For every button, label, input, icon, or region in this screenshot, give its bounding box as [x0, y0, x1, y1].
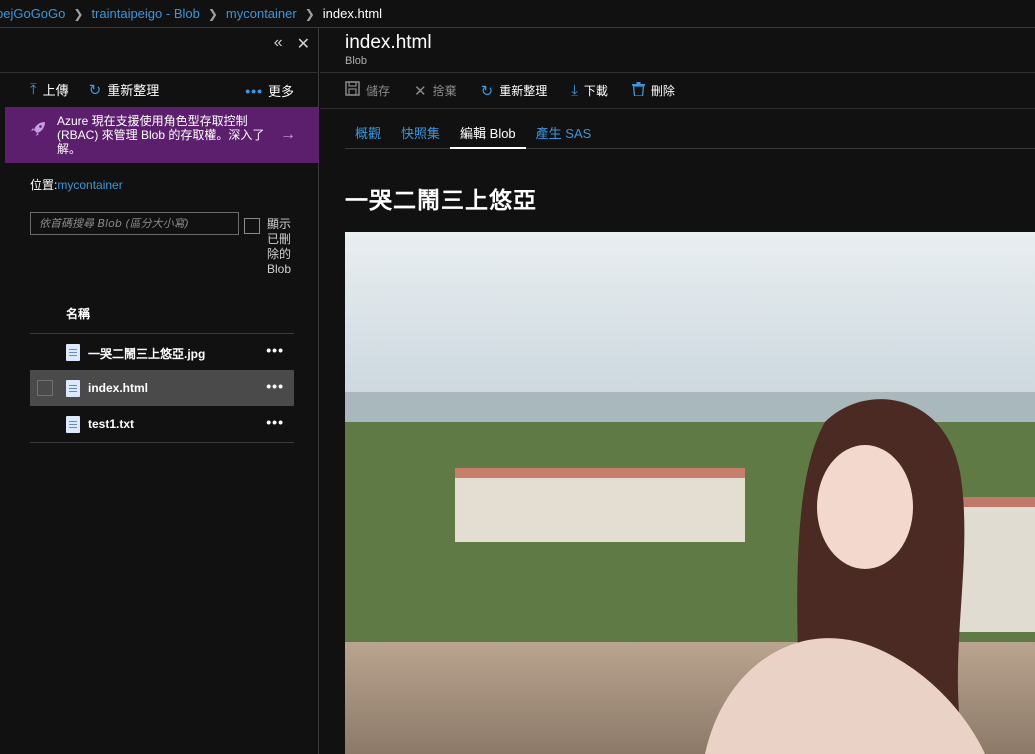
delete-button[interactable]: 刪除 [631, 81, 675, 100]
file-name: test1.txt [88, 417, 135, 431]
pane-controls: « ✕ [274, 34, 310, 54]
more-icon[interactable]: ••• [266, 414, 284, 430]
refresh-icon: ↻ [480, 82, 494, 100]
tab-edit-blob[interactable]: 編輯 Blob [450, 118, 526, 149]
container-pane: « ✕ ⤒ 上傳 ↻ 重新整理 ••• 更多 Azure 現在支援使用角色型存取… [0, 28, 319, 754]
upload-label: 上傳 [42, 83, 69, 98]
discard-icon: ✕ [414, 82, 427, 100]
save-label: 儲存 [366, 84, 391, 98]
download-icon: ⤓ [571, 82, 578, 99]
location: 位置:mycontainer [30, 176, 123, 193]
page-title: index.html [345, 32, 432, 53]
file-name: 一哭二鬧三上悠亞.jpg [88, 347, 206, 361]
tab-generate-sas[interactable]: 產生 SAS [526, 118, 602, 149]
delete-icon [631, 81, 645, 100]
breadcrumb: pejGoGoGo ❯ traintaipeigo - Blob ❯ mycon… [0, 0, 1035, 28]
banner-text: Azure 現在支援使用角色型存取控制 (RBAC) 來管理 Blob 的存取權… [57, 114, 265, 156]
refresh-button[interactable]: ↻ 重新整理 [481, 82, 548, 100]
list-item[interactable]: index.html ••• [30, 370, 294, 406]
blob-pane: index.html Blob 儲存 ✕ 捨棄 ↻ 重新整理 ⤓ 下載 刪除 概… [320, 28, 1035, 754]
show-deleted-label: 顯示已刪除的Blob [267, 217, 292, 276]
show-deleted-checkbox[interactable] [244, 218, 260, 234]
file-icon [66, 416, 80, 433]
download-button[interactable]: ⤓ 下載 [571, 82, 608, 99]
blob-list: 一哭二鬧三上悠亞.jpg ••• index.html ••• test1.tx… [30, 333, 294, 443]
breadcrumb-storage-account[interactable]: pejGoGoGo [0, 6, 65, 21]
refresh-icon: ↻ [88, 81, 102, 99]
more-icon: ••• [245, 82, 263, 99]
location-label: 位置: [30, 178, 58, 192]
rbac-banner[interactable]: Azure 現在支援使用角色型存取控制 (RBAC) 來管理 Blob 的存取權… [5, 107, 319, 163]
tab-snapshots[interactable]: 快照集 [391, 118, 450, 149]
list-item[interactable]: test1.txt ••• [30, 406, 294, 442]
location-link[interactable]: mycontainer [57, 178, 122, 192]
download-label: 下載 [583, 84, 608, 98]
refresh-label: 重新整理 [107, 83, 160, 98]
file-icon [66, 344, 80, 361]
file-icon [66, 380, 80, 397]
chevron-right-icon: ❯ [304, 6, 315, 21]
upload-icon: ⤒ [30, 81, 37, 98]
upload-button[interactable]: ⤒ 上傳 [30, 80, 69, 99]
discard-label: 捨棄 [432, 84, 457, 98]
breadcrumb-blob-service[interactable]: traintaipeigo - Blob [91, 6, 199, 21]
close-icon[interactable]: ✕ [297, 34, 310, 54]
arrow-right-icon: → [280, 126, 296, 143]
more-icon[interactable]: ••• [266, 342, 284, 358]
row-checkbox[interactable] [37, 380, 53, 396]
more-icon[interactable]: ••• [266, 378, 284, 394]
refresh-button[interactable]: ↻ 重新整理 [89, 80, 160, 99]
container-toolbar: ⤒ 上傳 ↻ 重新整理 ••• 更多 [0, 72, 319, 106]
tab-overview[interactable]: 概觀 [345, 118, 391, 149]
breadcrumb-container[interactable]: mycontainer [226, 6, 297, 21]
list-item[interactable]: 一哭二鬧三上悠亞.jpg ••• [30, 334, 294, 370]
page-subtitle: Blob [345, 55, 368, 67]
rocket-icon [29, 120, 47, 143]
more-button[interactable]: ••• 更多 [245, 81, 294, 100]
delete-label: 刪除 [650, 84, 675, 98]
chevron-right-icon: ❯ [73, 6, 84, 21]
refresh-label: 重新整理 [499, 84, 548, 98]
preview-image [345, 232, 1035, 754]
breadcrumb-current: index.html [322, 6, 383, 21]
file-name: index.html [88, 381, 149, 395]
save-button[interactable]: 儲存 [345, 81, 390, 100]
name-column-header[interactable]: 名稱 [66, 305, 90, 322]
double-chevron-left-icon[interactable]: « [274, 34, 283, 54]
chevron-right-icon: ❯ [207, 6, 218, 21]
discard-button[interactable]: ✕ 捨棄 [414, 82, 457, 100]
save-icon [345, 81, 360, 100]
blob-tabs: 概觀 快照集 編輯 Blob 產生 SAS [345, 118, 1035, 149]
blob-toolbar: 儲存 ✕ 捨棄 ↻ 重新整理 ⤓ 下載 刪除 [320, 72, 1035, 109]
content-heading: 一哭二鬧三上悠亞 [345, 188, 537, 214]
blob-search-input[interactable] [30, 212, 239, 235]
more-label: 更多 [267, 84, 294, 99]
